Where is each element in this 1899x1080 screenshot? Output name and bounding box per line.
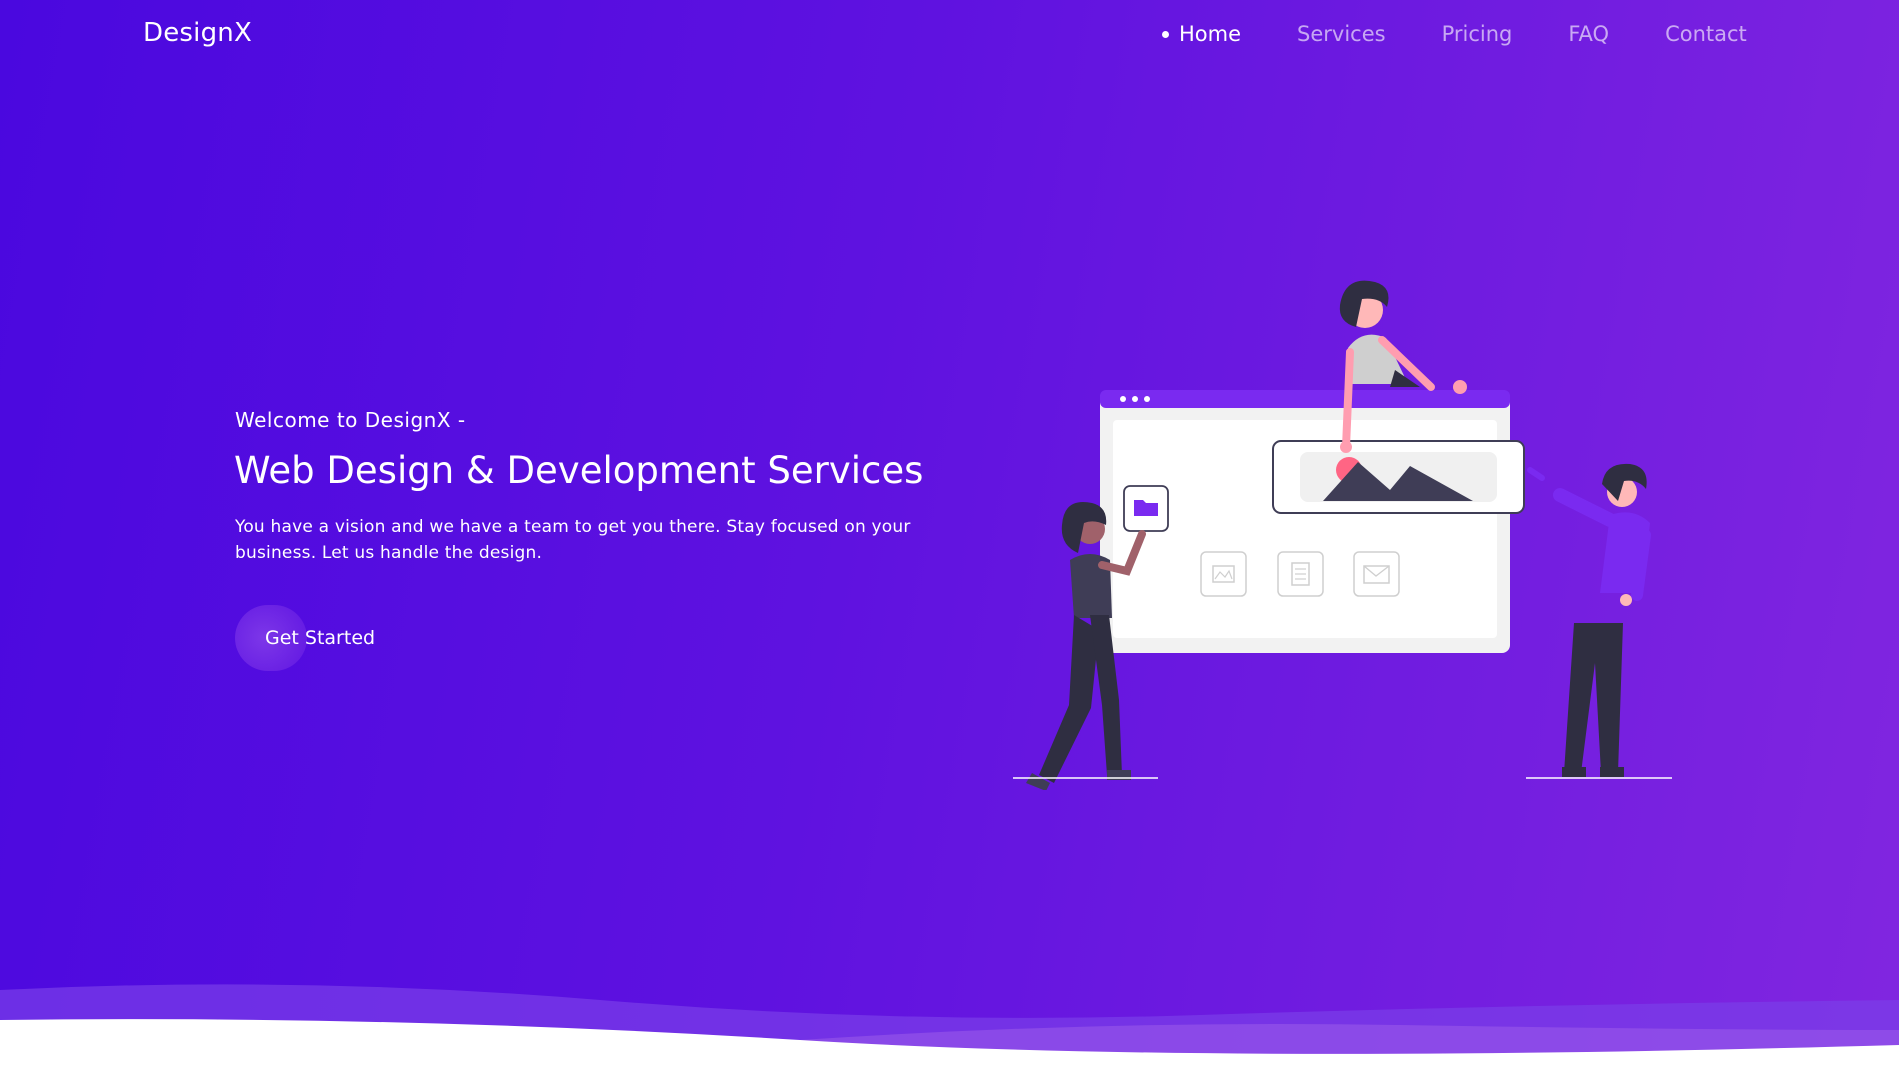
nav-item-services[interactable]: Services	[1297, 22, 1386, 46]
folder-icon	[1123, 485, 1169, 532]
hero-section: DesignX Home Services Pricing FAQ Contac…	[0, 0, 1899, 1080]
nav-item-home[interactable]: Home	[1162, 22, 1241, 46]
nav-item-label: Pricing	[1441, 22, 1513, 46]
mail-icon	[1353, 551, 1400, 597]
get-started-button[interactable]: Get Started	[235, 605, 375, 671]
main-nav: Home Services Pricing FAQ Contact	[1162, 22, 1803, 46]
nav-item-label: Home	[1179, 22, 1242, 46]
nav-item-pricing[interactable]: Pricing	[1442, 22, 1513, 46]
nav-item-faq[interactable]: FAQ	[1568, 22, 1609, 46]
image-icon	[1200, 551, 1247, 597]
active-dot-icon	[1162, 30, 1169, 38]
team-illustration	[1013, 280, 1672, 790]
bottom-wave	[0, 984, 1899, 1080]
picture-icon	[1272, 440, 1525, 514]
man-right-figure	[1526, 463, 1672, 779]
nav-item-label: Services	[1297, 22, 1386, 46]
nav-item-contact[interactable]: Contact	[1665, 22, 1747, 46]
nav-item-label: FAQ	[1568, 22, 1610, 46]
hero-description: You have a vision and we have a team to …	[235, 517, 911, 563]
get-started-label: Get Started	[265, 627, 376, 649]
page-title: Web Design & Development Services	[234, 449, 924, 492]
logo[interactable]: DesignX	[143, 18, 252, 48]
document-icon	[1277, 551, 1324, 597]
welcome-text: Welcome to DesignX -	[235, 408, 466, 432]
nav-item-label: Contact	[1665, 22, 1747, 46]
